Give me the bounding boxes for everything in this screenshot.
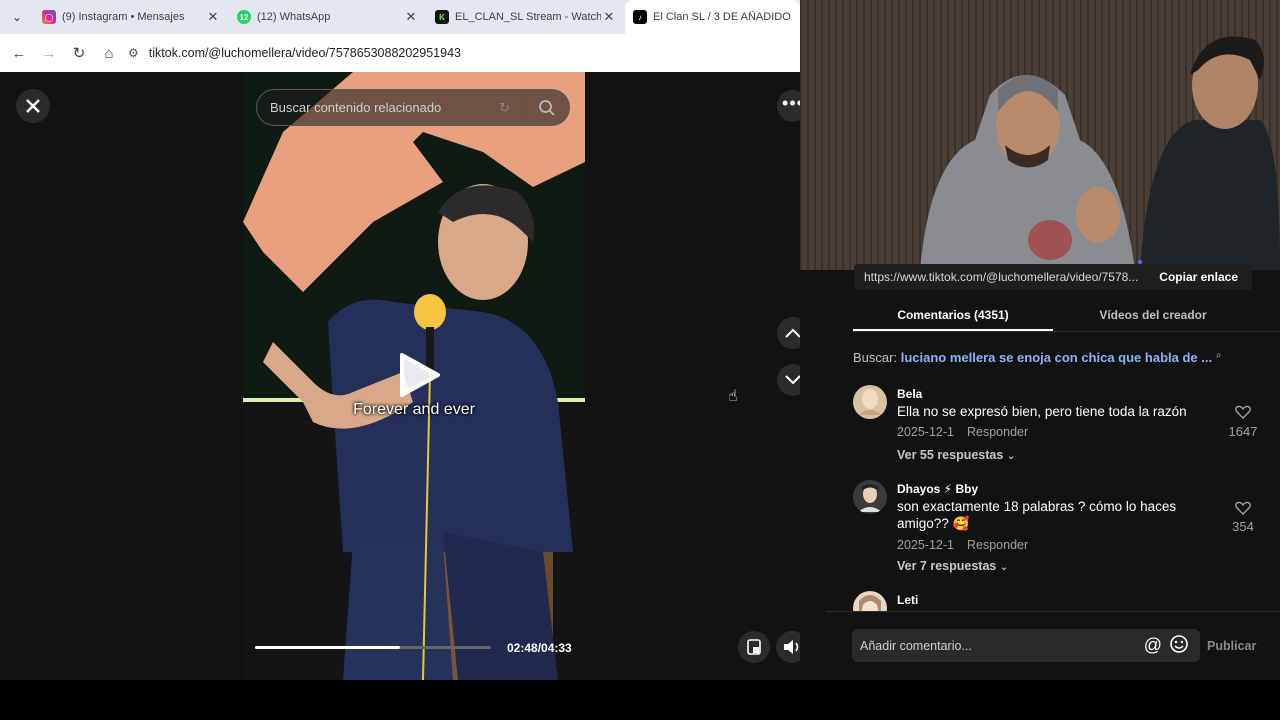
like-count: 1647 xyxy=(1228,424,1258,439)
tab-search-chevron-icon[interactable]: ⌄ xyxy=(0,0,34,34)
tab-title: El Clan SL / 3 DE AÑADIDO (@ xyxy=(653,11,792,23)
comment-item: Leti xyxy=(853,591,1263,611)
tab-title: EL_CLAN_SL Stream - Watch Live xyxy=(455,11,601,23)
address-bar: ← → ↻ ⌂ ⚙ tiktok.com/@luchomellera/video… xyxy=(0,34,800,72)
comment-username[interactable]: Dhayos ⚡ Bby xyxy=(897,482,978,496)
loading-icon: ↻ xyxy=(499,99,510,115)
comment-item: Dhayos ⚡ Bby son exactamente 18 palabras… xyxy=(853,480,1263,580)
avatar[interactable] xyxy=(853,385,887,419)
kick-icon: K xyxy=(435,10,449,24)
browser-tab[interactable]: K EL_CLAN_SL Stream - Watch Live ✕ xyxy=(427,0,625,34)
tab-close-icon[interactable]: ✕ xyxy=(403,9,419,25)
webcam-image xyxy=(800,0,1280,270)
related-search-placeholder: Buscar contenido relacionado xyxy=(270,100,442,115)
comment-text: son exactamente 18 palabras ? cómo lo ha… xyxy=(897,499,1177,531)
tab-title: (9) Instagram • Mensajes xyxy=(62,11,185,23)
reply-button[interactable]: Responder xyxy=(967,538,1028,552)
whatsapp-icon: 12 xyxy=(237,10,251,24)
comment-input-placeholder: Añadir comentario... xyxy=(860,638,972,653)
publish-button[interactable]: Publicar xyxy=(1207,639,1256,653)
search-icon[interactable]: ⌕ xyxy=(1216,350,1222,361)
search-icon[interactable] xyxy=(525,99,569,116)
reload-icon[interactable]: ↻ xyxy=(64,38,94,68)
tab-close-icon[interactable]: ✕ xyxy=(601,9,617,25)
search-query-link[interactable]: luciano mellera se enoja con chica que h… xyxy=(901,350,1212,365)
tab-comments[interactable]: Comentarios (4351) xyxy=(853,302,1053,331)
close-video-button[interactable] xyxy=(16,89,50,123)
comment-username[interactable]: Leti xyxy=(897,593,918,607)
screen-bottom-bar xyxy=(0,680,1280,720)
chevron-down-icon xyxy=(785,375,801,385)
comment-text: Ella no se expresó bien, pero tiene toda… xyxy=(897,404,1187,419)
tab-title: (12) WhatsApp xyxy=(257,11,331,23)
back-arrow-icon[interactable]: ← xyxy=(4,38,34,68)
browser-tab-active[interactable]: ♪ El Clan SL / 3 DE AÑADIDO (@ xyxy=(625,0,800,34)
avatar[interactable] xyxy=(853,480,887,514)
close-icon xyxy=(26,99,40,113)
home-icon[interactable]: ⌂ xyxy=(94,38,124,68)
chevron-down-icon: ⌄ xyxy=(1006,451,1016,462)
url-text: tiktok.com/@luchomellera/video/757865308… xyxy=(148,46,461,60)
panel-tabs: Comentarios (4351) Vídeos del creador xyxy=(853,302,1280,332)
view-replies-button[interactable]: Ver 7 respuestas ⌄ xyxy=(897,559,1008,573)
pip-icon xyxy=(747,639,761,655)
related-search-input[interactable]: Buscar contenido relacionado ↻ xyxy=(256,89,570,126)
video-time: 02:48/04:33 xyxy=(507,641,572,655)
reply-button[interactable]: Responder xyxy=(967,425,1028,439)
comment-item: Bela Ella no se expresó bien, pero tiene… xyxy=(853,385,1263,470)
progress-fill xyxy=(255,646,401,649)
divider xyxy=(826,611,1280,612)
comment-date: 2025-12-1 xyxy=(897,538,954,552)
tab-creator-videos[interactable]: Vídeos del creador xyxy=(1053,302,1253,331)
comment-username[interactable]: Bela xyxy=(897,387,922,401)
copy-link-button[interactable]: Copiar enlace xyxy=(1145,270,1252,284)
comment-date: 2025-12-1 xyxy=(897,425,954,439)
floating-player-button[interactable] xyxy=(738,631,770,663)
volume-icon xyxy=(784,640,799,654)
webcam-overlay xyxy=(800,0,1280,270)
chevron-down-icon: ⌄ xyxy=(999,562,1009,573)
view-replies-label: Ver 55 respuestas xyxy=(897,448,1004,462)
video-progress-bar[interactable] xyxy=(255,646,491,649)
heart-icon[interactable] xyxy=(1235,405,1251,424)
search-label: Buscar: xyxy=(853,350,898,365)
forward-arrow-icon[interactable]: → xyxy=(34,38,64,68)
browser-tab-bar: ⌄ ◯ (9) Instagram • Mensajes ✕ 12 (12) W… xyxy=(0,0,800,34)
view-replies-button[interactable]: Ver 55 respuestas ⌄ xyxy=(897,448,1015,462)
browser-tab[interactable]: 12 (12) WhatsApp ✕ xyxy=(229,0,427,34)
search-suggestion: Buscar: luciano mellera se enoja con chi… xyxy=(853,350,1221,365)
share-link-box: https://www.tiktok.com/@luchomellera/vid… xyxy=(854,264,1252,290)
instagram-icon: ◯ xyxy=(42,10,56,24)
tiktok-icon: ♪ xyxy=(633,10,647,24)
like-count: 354 xyxy=(1232,519,1254,534)
site-info-icon[interactable]: ⚙ xyxy=(128,46,139,60)
video-subtitle: Forever and ever xyxy=(353,401,475,418)
view-replies-label: Ver 7 respuestas xyxy=(897,559,997,573)
url-field[interactable]: ⚙ tiktok.com/@luchomellera/video/7578653… xyxy=(128,39,800,67)
avatar[interactable] xyxy=(853,591,887,611)
comment-input[interactable]: Añadir comentario... @ xyxy=(852,629,1200,662)
tab-close-icon[interactable]: ✕ xyxy=(205,9,221,25)
heart-icon[interactable] xyxy=(1235,501,1251,520)
play-icon[interactable] xyxy=(396,353,440,397)
mention-icon[interactable]: @ xyxy=(1144,635,1162,656)
browser-tab[interactable]: ◯ (9) Instagram • Mensajes ✕ xyxy=(34,0,229,34)
chevron-up-icon xyxy=(785,328,801,338)
emoji-icon[interactable] xyxy=(1170,635,1188,656)
share-link-text: https://www.tiktok.com/@luchomellera/vid… xyxy=(864,270,1139,284)
hand-cursor-icon: ☝ xyxy=(728,388,738,405)
